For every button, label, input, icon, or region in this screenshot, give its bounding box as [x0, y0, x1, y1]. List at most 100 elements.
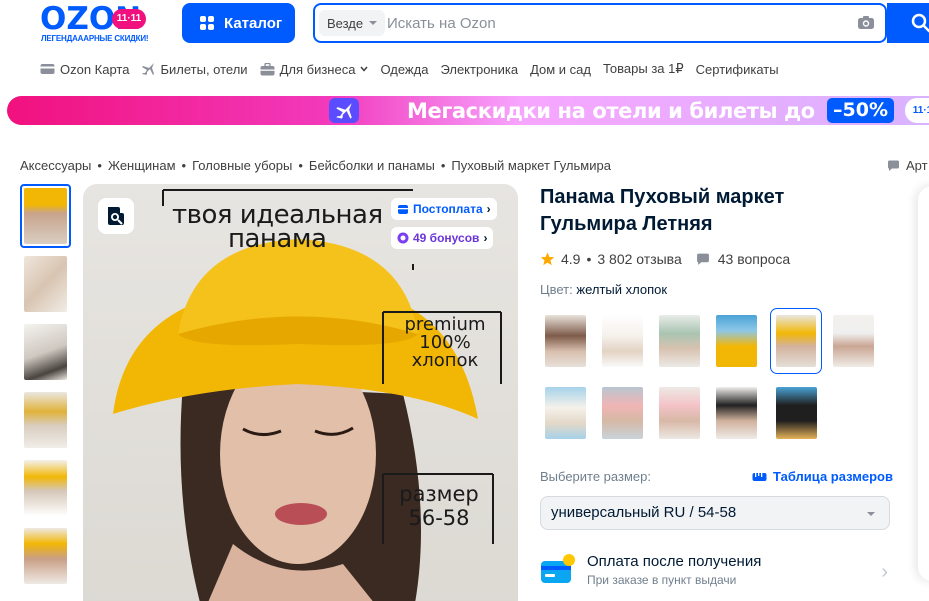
article-button[interactable]: Арт: [887, 158, 928, 173]
nav-item-ozon-card[interactable]: Ozon Карта: [40, 62, 129, 77]
nav-item-home-garden[interactable]: Дом и сад: [530, 62, 591, 77]
breadcrumb-item[interactable]: Аксессуары: [20, 158, 91, 173]
color-swatch[interactable]: [711, 381, 762, 445]
color-swatch-selected[interactable]: [770, 308, 822, 374]
questions-count[interactable]: 43 вопроса: [718, 251, 790, 267]
thumbnail[interactable]: [20, 320, 71, 384]
chevron-down-icon: [867, 512, 875, 516]
payment-subtitle: При заказе в пункт выдачи: [587, 573, 737, 587]
color-swatch[interactable]: [597, 309, 648, 373]
calendar-icon: [398, 205, 408, 214]
plane-icon: [329, 98, 359, 123]
card-icon: [40, 64, 55, 74]
color-label: Цвет:: [540, 282, 573, 297]
nav-label: Билеты, отели: [160, 61, 248, 77]
catalog-button[interactable]: Каталог: [182, 3, 295, 43]
briefcase-icon: [260, 62, 275, 75]
search-bar: Везде: [313, 3, 887, 43]
rating-row[interactable]: 4.9 • 3 802 отзыва 43 вопроса: [540, 251, 790, 267]
image-search-button[interactable]: [98, 198, 134, 234]
color-swatch[interactable]: [771, 381, 822, 445]
price-card: [918, 186, 929, 581]
nav-item-business[interactable]: Для бизнеса: [260, 62, 369, 77]
thumbnail[interactable]: [20, 524, 71, 588]
plane-icon: [142, 63, 155, 75]
nav-item-certificates[interactable]: Сертификаты: [696, 62, 779, 77]
size-label: Выберите размер:: [540, 469, 651, 484]
ruler-icon: [752, 472, 767, 481]
nav-item-tickets[interactable]: Билеты, отели: [141, 61, 248, 77]
nav-item-one-ruble[interactable]: Товары за 1₽: [603, 61, 684, 77]
search-button[interactable]: [887, 3, 929, 43]
color-swatch[interactable]: [540, 309, 591, 373]
color-value: желтый хлопок: [576, 282, 668, 297]
size-callout: размер 56-58: [399, 482, 479, 530]
search-scope-label: Везде: [327, 15, 364, 31]
grid-icon: [200, 16, 214, 30]
postpay-label: Постоплата: [413, 202, 483, 216]
color-swatch[interactable]: [828, 309, 879, 373]
payment-after-delivery[interactable]: Оплата после получения При заказе в пунк…: [540, 551, 890, 591]
thumbnail[interactable]: [20, 456, 71, 520]
premium-label: premium 100% хлопок: [404, 314, 486, 371]
search-icon: [911, 13, 929, 33]
size-select[interactable]: универсальный RU / 54-58: [540, 496, 890, 530]
nav-label: Товары за 1₽: [603, 61, 684, 76]
chevron-right-icon: ›: [881, 561, 888, 583]
rating-value: 4.9: [561, 251, 581, 267]
bonus-label: 49 бонусов: [413, 231, 480, 245]
color-swatch[interactable]: [654, 309, 705, 373]
chevron-down-icon: [360, 66, 369, 72]
breadcrumb-item[interactable]: Пуховый маркет Гульмира: [451, 158, 611, 173]
camera-icon[interactable]: [857, 15, 875, 30]
nav-item-electronics[interactable]: Электроника: [440, 62, 518, 77]
article-label: Арт: [906, 158, 928, 173]
size-table-link[interactable]: Таблица размеров: [752, 469, 893, 484]
color-line: Цвет: желтый хлопок: [540, 282, 667, 297]
catalog-label: Каталог: [224, 14, 283, 32]
nav-label: Сертификаты: [695, 61, 779, 77]
nav-label: Для бизнеса: [279, 61, 356, 77]
thumbnail-list: [20, 184, 71, 592]
color-swatch[interactable]: [597, 381, 648, 445]
chevron-right-icon: ›: [486, 202, 491, 216]
banner-discount: –50%: [827, 98, 894, 123]
nav-item-clothes[interactable]: Одежда: [380, 62, 428, 77]
logo-subtitle: ЛЕГЕНДАААРНЫЕ СКИДКИ!: [41, 34, 149, 43]
nav-label: Электроника: [440, 61, 519, 77]
thumbnail[interactable]: [20, 388, 71, 452]
thumbnail[interactable]: [20, 252, 71, 316]
ozon-logo[interactable]: OZON 11·11 ЛЕГЕНДАААРНЫЕ СКИДКИ!: [40, 4, 164, 44]
product-title: Панама Пуховый маркет Гульмира Летняя: [540, 186, 785, 235]
payment-card-icon: [541, 554, 575, 583]
bonus-chip[interactable]: 49 бонусов ›: [391, 227, 494, 249]
breadcrumb-item[interactable]: Женщинам: [108, 158, 176, 173]
breadcrumb: Аксессуары • Женщинам • Головные уборы • Бе…: [20, 158, 611, 173]
image-headline-2: панама: [228, 224, 327, 254]
search-scope-select[interactable]: Везде: [319, 10, 386, 36]
search-input[interactable]: [387, 12, 847, 34]
color-swatch[interactable]: [654, 381, 705, 445]
nav-label: Дом и сад: [530, 61, 591, 77]
banner-badge: 11·11: [905, 98, 929, 123]
chat-icon: [696, 253, 709, 265]
top-nav: Ozon Карта Билеты, отели Для бизнеса Оде…: [40, 60, 791, 78]
thumbnail[interactable]: [20, 184, 71, 248]
promo-banner[interactable]: Мегаскидки на отели и билеты до –50% 11·…: [7, 96, 929, 125]
chat-icon: [888, 160, 899, 171]
banner-text: Мегаскидки на отели и билеты до: [407, 99, 815, 123]
nav-label: Одежда: [380, 61, 429, 77]
color-swatch[interactable]: [711, 309, 762, 373]
bonus-icon: [397, 232, 409, 244]
image-search-icon: [108, 207, 124, 225]
color-swatch[interactable]: [540, 381, 591, 445]
reviews-count[interactable]: 3 802 отзыва: [597, 251, 681, 267]
star-icon: [540, 252, 555, 266]
payment-title: Оплата после получения: [587, 553, 762, 570]
chevron-right-icon: ›: [483, 231, 488, 245]
postpay-chip[interactable]: Постоплата ›: [391, 198, 497, 220]
nav-label: Ozon Карта: [60, 61, 130, 77]
breadcrumb-item[interactable]: Головные уборы: [192, 158, 292, 173]
logo-badge: 11·11: [112, 9, 146, 29]
breadcrumb-item[interactable]: Бейсболки и панамы: [309, 158, 435, 173]
